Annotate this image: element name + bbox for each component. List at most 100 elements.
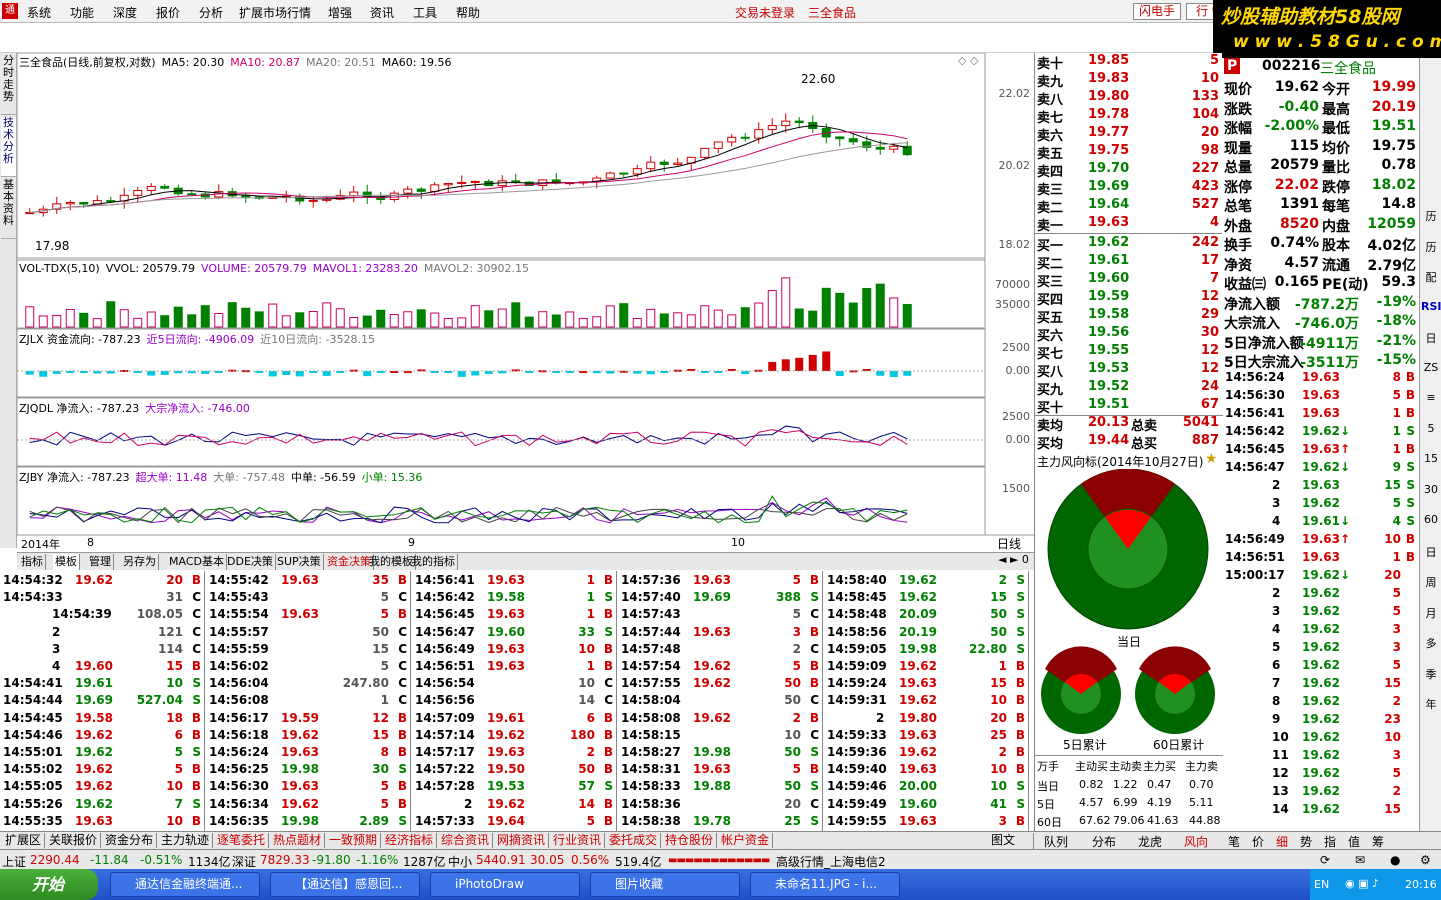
period-label[interactable]: 日线 [997, 535, 1021, 552]
indicator-tab-5[interactable]: DDE决策 [225, 554, 276, 570]
tray-icons[interactable]: ◉ ▣ ♪ [1345, 877, 1379, 890]
star-icon[interactable]: ★ [1205, 451, 1218, 467]
right-tool-3[interactable]: RSI [1421, 300, 1441, 313]
bottom-tab-3[interactable]: 主力轨迹 [158, 833, 214, 848]
chart-area[interactable]: 三全食品(日线,前复权,对数) MA5: 20.30 MA10: 20.87 MA20… [17, 53, 1034, 551]
trade-row: 14:56:49 19.63 10 B [412, 642, 617, 660]
task-tdx-terminal[interactable]: 通达信金融终端通... [110, 872, 260, 897]
right-tool-12[interactable]: 周 [1421, 574, 1441, 590]
right-tool-8[interactable]: 15 [1421, 452, 1441, 465]
chart-control-icons[interactable]: ◇ ◇ [958, 54, 978, 67]
bottom-tab-13[interactable]: 帐户资金 [718, 833, 774, 848]
menu-item-8[interactable]: 工具 [413, 4, 437, 21]
tick-volume: 3 [1392, 748, 1401, 762]
right-tool-14[interactable]: 多 [1421, 635, 1441, 651]
quote-label2: 最高 [1322, 101, 1350, 118]
quote-value: 20579 [1270, 157, 1319, 173]
vol-axis-1: 70000 [995, 278, 1030, 291]
right-tool-13[interactable]: 月 [1421, 605, 1441, 621]
bottom-tab-12[interactable]: 持仓股份 [662, 833, 718, 848]
menu-item-4[interactable]: 分析 [199, 4, 223, 21]
bottom-tab-1[interactable]: 关联报价 [46, 833, 102, 848]
menu-item-5[interactable]: 扩展市场行情 [239, 4, 311, 21]
tab-intraday[interactable]: 分时走势 [1, 55, 16, 115]
menu-item-1[interactable]: 功能 [70, 4, 94, 21]
bottom-tab-0[interactable]: 扩展区 [2, 833, 46, 848]
mail-icon[interactable]: ✉ [1355, 853, 1365, 867]
right-tool-0[interactable]: 历 [1421, 208, 1441, 224]
trade-time: 14:54:45 [3, 710, 63, 725]
right-tool-2[interactable]: 配 [1421, 269, 1441, 285]
start-button[interactable]: 开始 [0, 869, 98, 900]
menu-item-3[interactable]: 报价 [156, 4, 180, 21]
indicator-tab-6[interactable]: SUP决策 [275, 554, 324, 570]
trade-row: 14:55:57 50 C [206, 625, 411, 643]
bottom-tab-5[interactable]: 热点题材 [270, 833, 326, 848]
indicator-tab-4[interactable]: MACD基本 [167, 554, 227, 570]
bottom-tab-9[interactable]: 网摘资讯 [494, 833, 550, 848]
right-tool-1[interactable]: 历 [1421, 239, 1441, 255]
tab-queue[interactable]: 队列 [1044, 833, 1068, 850]
refresh-icon[interactable]: ⟳ [1320, 853, 1330, 867]
lang-indicator[interactable]: EN [1314, 878, 1329, 891]
trade-price: 19.63 [487, 573, 525, 587]
app-logo-icon[interactable]: 通 [2, 3, 18, 19]
detail-tab-2[interactable]: 细 [1276, 833, 1288, 850]
right-tool-15[interactable]: 季 [1421, 666, 1441, 682]
detail-tab-3[interactable]: 势 [1300, 833, 1312, 850]
menu-item-2[interactable]: 深度 [113, 4, 137, 21]
indicator-tab-2[interactable]: 管理 [87, 554, 114, 570]
bottom-tab-6[interactable]: 一致预期 [326, 833, 382, 848]
quote-value2: 14.8 [1381, 196, 1416, 212]
detail-tab-6[interactable]: 筹 [1372, 833, 1384, 850]
task-tdx-browser[interactable]: 【通达信】感恩回... [270, 872, 420, 897]
indicator-tab-9[interactable]: 我的指标 [409, 554, 458, 570]
buy-level-7-volume: 12 [1200, 343, 1219, 358]
right-tool-9[interactable]: 30 [1421, 483, 1441, 496]
volume-bar [727, 314, 737, 328]
flash-trade-button[interactable]: 闪电手 [1133, 3, 1181, 20]
indicator-tab-1[interactable]: 模板 [53, 554, 80, 570]
tab-technical[interactable]: 技术分析 [1, 117, 16, 177]
detail-tab-0[interactable]: 笔 [1228, 833, 1240, 850]
indicator-tab-3[interactable]: 另存为 [121, 554, 159, 570]
bottom-tab-4[interactable]: 逐笔委托 [214, 833, 270, 848]
quote-label: 涨跌 [1224, 101, 1252, 118]
trade-time: 14:59:49 [827, 796, 887, 811]
right-tool-16[interactable]: 年 [1421, 696, 1441, 712]
bottom-tab-7[interactable]: 经济指标 [382, 833, 438, 848]
scroll-arrows[interactable]: ◄ ► 0 [998, 553, 1034, 570]
trade-flag: B [397, 710, 407, 725]
task-pictures[interactable]: 图片收藏 [590, 872, 740, 897]
right-tool-10[interactable]: 60 [1421, 513, 1441, 526]
menu-item-6[interactable]: 增强 [328, 4, 352, 21]
right-tool-7[interactable]: 5 [1421, 422, 1441, 435]
trade-volume: 5 [792, 607, 801, 622]
settings-icon[interactable]: ⚙ [1420, 853, 1431, 867]
tab-wind-vane[interactable]: 风向 [1184, 833, 1208, 850]
detail-tab-4[interactable]: 指 [1324, 833, 1336, 850]
indicator-tab-0[interactable]: 指标 [19, 554, 46, 570]
task-untitled-jpg[interactable]: 未命名11.JPG - i... [750, 872, 900, 897]
bottom-tab-11[interactable]: 委托成交 [606, 833, 662, 848]
bottom-tab-8[interactable]: 综合资讯 [438, 833, 494, 848]
right-tool-5[interactable]: ZS [1421, 361, 1441, 374]
right-tool-4[interactable]: 日 [1421, 330, 1441, 346]
sell-level-7-price: 19.78 [1088, 107, 1130, 122]
right-tool-11[interactable]: 日 [1421, 544, 1441, 560]
menu-item-9[interactable]: 帮助 [456, 4, 480, 21]
trade-flag: S [1016, 590, 1025, 605]
trade-price: 19.62 [693, 676, 731, 691]
tab-distribution[interactable]: 分布 [1092, 833, 1116, 850]
detail-tab-5[interactable]: 值 [1348, 833, 1360, 850]
menu-item-7[interactable]: 资讯 [370, 4, 394, 21]
bottom-tab-2[interactable]: 资金分布 [102, 833, 158, 848]
tab-fundamentals[interactable]: 基本资料 [1, 179, 16, 239]
task-iphotodraw[interactable]: iPhotoDraw [430, 872, 580, 897]
detail-tab-1[interactable]: 价 [1252, 833, 1264, 850]
menu-item-0[interactable]: 系统 [27, 4, 51, 21]
tab-dragon-tiger[interactable]: 龙虎 [1138, 833, 1162, 850]
bottom-tab-10[interactable]: 行业资讯 [550, 833, 606, 848]
user-icon[interactable]: ● [1390, 853, 1400, 867]
right-tool-6[interactable]: ≡ [1421, 391, 1441, 404]
